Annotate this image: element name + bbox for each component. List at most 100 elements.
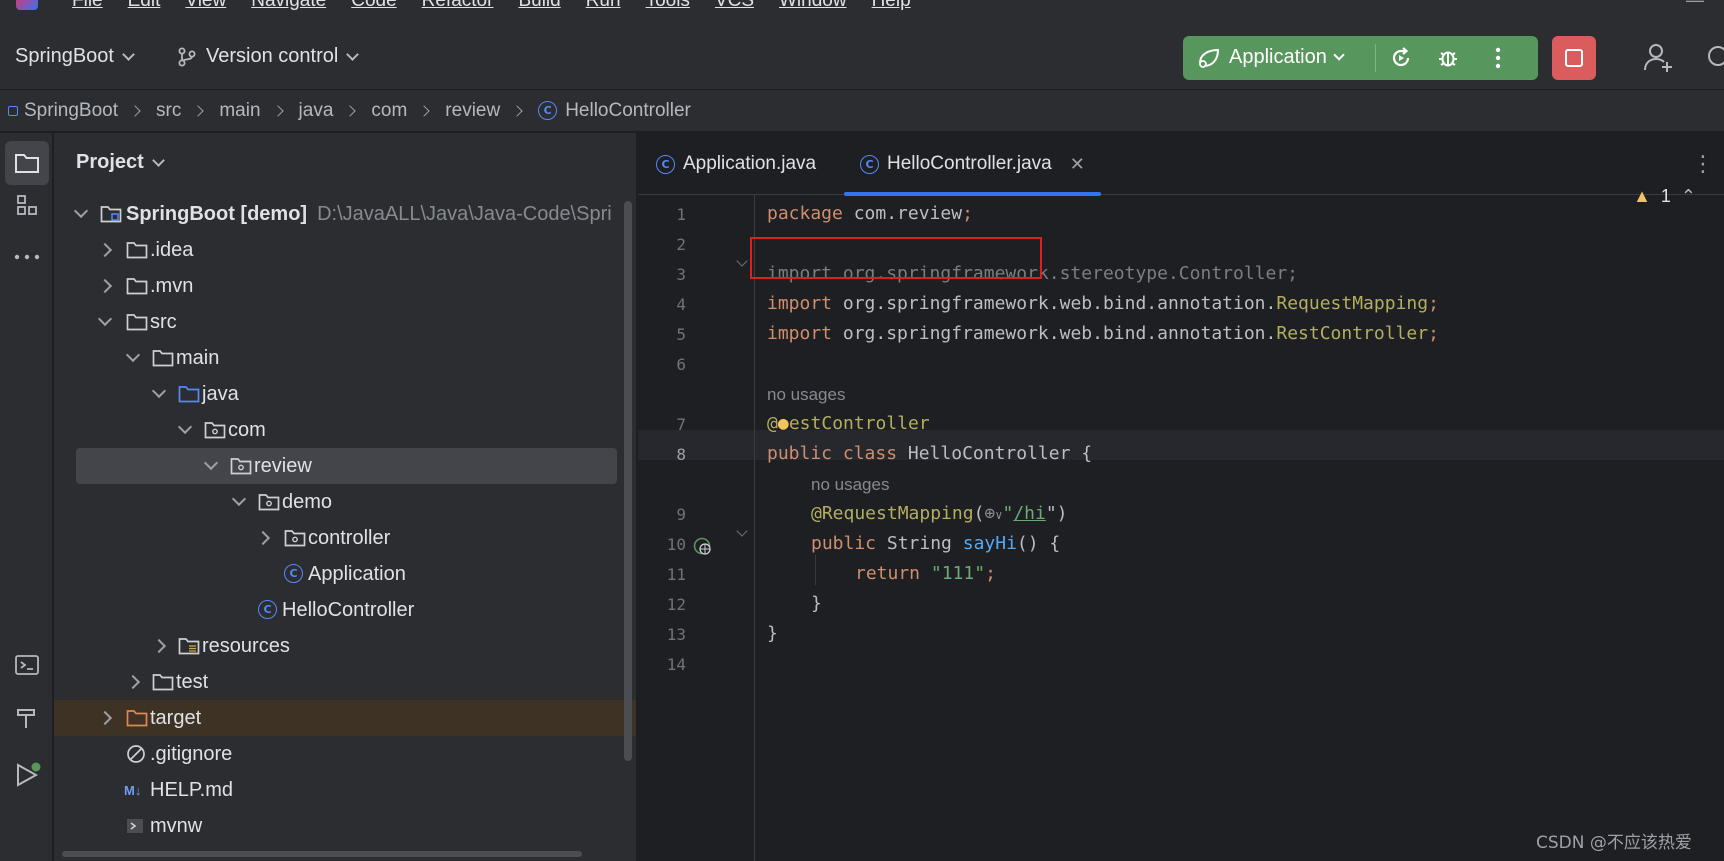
chevron-right-icon: [418, 104, 430, 117]
tree-item-mvnw[interactable]: mvnw: [54, 808, 636, 844]
tree-item-mvn[interactable]: .mvn: [54, 268, 636, 304]
horizontal-scrollbar[interactable]: [62, 851, 582, 857]
usages-hint[interactable]: no usages: [767, 385, 845, 405]
add-user-icon[interactable]: [1640, 40, 1676, 76]
tree-item-java[interactable]: java: [54, 376, 636, 412]
code-editor[interactable]: package com.review; import org.springfra…: [638, 195, 1724, 861]
tree-item-resources[interactable]: resources: [54, 628, 636, 664]
chevron-right-icon: [129, 104, 141, 117]
breadcrumb-item-java[interactable]: java: [299, 100, 334, 122]
close-icon[interactable]: ✕: [1070, 154, 1085, 175]
more-vertical-icon[interactable]: ⋮: [1692, 151, 1714, 177]
root-path: D:\JavaALL\Java\Java-Code\Spri: [317, 202, 612, 225]
menu-file[interactable]: File: [72, 0, 103, 12]
rerun-button[interactable]: [1381, 38, 1421, 78]
run-tool-button[interactable]: [5, 753, 49, 797]
tree-item-main[interactable]: main: [54, 340, 636, 376]
menu-view[interactable]: View: [185, 0, 226, 12]
more-actions-button[interactable]: [1478, 38, 1518, 78]
tree-item-controller[interactable]: controller: [54, 520, 636, 556]
code-line-13: }: [767, 623, 778, 644]
project-selector[interactable]: SpringBoot: [15, 45, 135, 68]
breadcrumb-item-com[interactable]: com: [371, 100, 407, 122]
tree-item-application[interactable]: C Application: [54, 556, 636, 592]
menu-help[interactable]: Help: [872, 0, 911, 12]
menu-run[interactable]: Run: [586, 0, 621, 12]
tree-item-src[interactable]: src: [54, 304, 636, 340]
tree-item-root[interactable]: SpringBoot [demo] D:\JavaALL\Java\Java-Co…: [54, 196, 636, 232]
structure-tool-button[interactable]: [5, 183, 49, 227]
menu-refactor[interactable]: Refactor: [422, 0, 494, 12]
toolbar-separator: [1375, 44, 1376, 72]
folder-icon: [126, 242, 148, 259]
tree-label: java: [202, 382, 239, 405]
build-tool-button[interactable]: [5, 695, 49, 739]
breadcrumb-item-review[interactable]: review: [445, 100, 500, 122]
debug-button[interactable]: [1428, 38, 1468, 78]
breadcrumb-item-main[interactable]: main: [219, 100, 260, 122]
tree-label: .mvn: [150, 274, 194, 297]
terminal-icon: [15, 655, 39, 675]
class-icon: C: [258, 600, 277, 619]
stop-button[interactable]: [1552, 36, 1596, 80]
code-line-5: import org.springframework.web.bind.anno…: [767, 323, 1439, 344]
package-icon: [204, 422, 226, 439]
tree-item-demo[interactable]: demo: [54, 484, 636, 520]
usages-hint[interactable]: no usages: [811, 475, 889, 495]
tool-window-strip: [0, 133, 53, 861]
structure-icon: [17, 195, 37, 215]
terminal-tool-button[interactable]: [5, 643, 49, 687]
project-view-selector[interactable]: Project: [76, 151, 165, 174]
tree-item-test[interactable]: test: [54, 664, 636, 700]
bug-icon: [1439, 51, 1457, 67]
run-configuration-name: Application: [1229, 46, 1327, 68]
stop-icon: [1565, 49, 1583, 67]
chevron-right-icon: [192, 104, 205, 117]
tree-label: HelloController: [282, 598, 415, 621]
menu-navigate[interactable]: Navigate: [251, 0, 326, 12]
more-tools-button[interactable]: [5, 235, 49, 279]
tree-item-target[interactable]: target: [54, 700, 636, 736]
expand-arrow-icon: [231, 491, 247, 507]
version-control-selector[interactable]: Version control: [178, 45, 360, 68]
breadcrumb-item-project[interactable]: SpringBoot: [8, 100, 118, 122]
menu-code[interactable]: Code: [351, 0, 396, 12]
menu-build[interactable]: Build: [518, 0, 560, 12]
menu-window[interactable]: Window: [779, 0, 847, 12]
tree-label: review: [254, 454, 312, 477]
menu-tools[interactable]: Tools: [646, 0, 690, 12]
search-icon[interactable]: [1700, 40, 1724, 76]
code-line-10: public String sayHi() {: [811, 533, 1061, 554]
tree-item-review[interactable]: review: [76, 448, 617, 484]
tree-item-help-md[interactable]: M↓ HELP.md: [54, 772, 636, 808]
project-panel-title: Project: [76, 151, 144, 173]
expand-arrow-icon: [177, 419, 193, 435]
folder-icon: [15, 154, 39, 173]
class-icon: C: [538, 101, 558, 120]
menu-edit[interactable]: Edit: [128, 0, 161, 12]
tree-item-idea[interactable]: .idea: [54, 232, 636, 268]
vertical-scrollbar[interactable]: [624, 201, 632, 761]
version-control-label: Version control: [206, 45, 339, 67]
tree-item-gitignore[interactable]: .gitignore: [54, 736, 636, 772]
run-configuration-selector[interactable]: Application: [1197, 46, 1345, 69]
expand-arrow-icon: [151, 638, 167, 654]
code-line-12: }: [811, 593, 822, 614]
breadcrumb-item-class[interactable]: C HelloController: [538, 100, 691, 122]
globe-icon[interactable]: ⊕: [984, 503, 995, 524]
rerun-icon: [1392, 47, 1410, 67]
tab-hellocontroller-java[interactable]: C HelloController.java ✕: [844, 133, 1101, 196]
project-tool-window: Project SpringBoot [demo] D:\JavaALL\Java…: [54, 133, 637, 861]
tree-label: src: [150, 310, 177, 333]
tree-item-com[interactable]: com: [54, 412, 636, 448]
breadcrumb-item-src[interactable]: src: [156, 100, 181, 122]
chevron-down-icon: [1333, 49, 1345, 61]
intention-bulb-icon[interactable]: ●: [778, 413, 789, 434]
tree-label: demo: [282, 490, 333, 513]
project-tool-button[interactable]: [5, 141, 49, 185]
window-controls[interactable]: —: [1686, 0, 1704, 11]
folder-icon: [152, 350, 174, 367]
tab-application-java[interactable]: C Application.java: [656, 133, 816, 195]
tree-item-hellocontroller[interactable]: C HelloController: [54, 592, 636, 628]
menu-vcs[interactable]: VCS: [715, 0, 754, 12]
